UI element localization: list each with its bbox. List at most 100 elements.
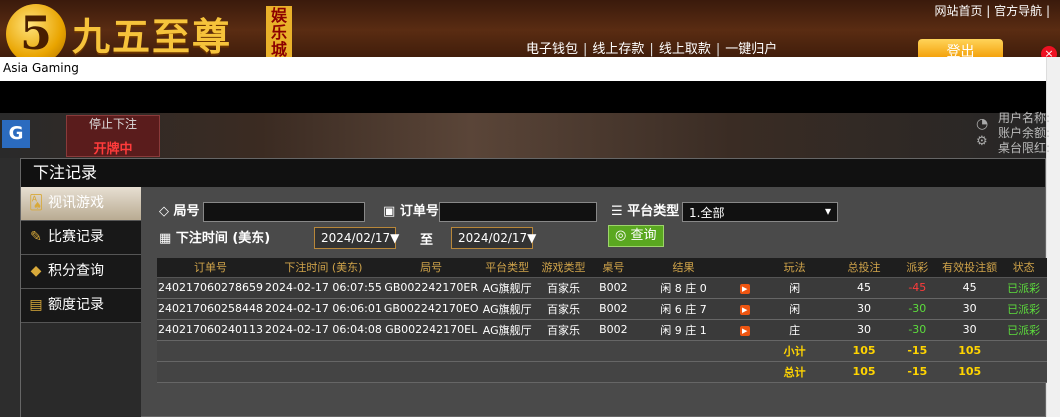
col-platform: 平台类型: [479, 258, 535, 278]
time-cell: 2024-02-17 06:04:08: [263, 319, 383, 341]
search-icon: ◎: [615, 228, 627, 243]
time-cell: 2024-02-17 06:07:55: [263, 277, 383, 299]
top-links[interactable]: 网站首页 | 官方导航 |: [934, 2, 1050, 19]
record-content: ◇ 局号 ▣ 订单号 ☰ 平台类型 1.全部 ▾ ▦ 下注时间 (美东) 2024…: [157, 187, 1047, 417]
valid-bet-cell: 45: [938, 277, 1001, 299]
payout-cell: -30: [895, 319, 939, 341]
nav-online-deposit[interactable]: 线上存款: [592, 42, 644, 57]
col-round: 局号: [382, 258, 480, 278]
total-payout: -15: [895, 361, 939, 383]
table-row: 240217060258448 2024-02-17 06:06:01 GB00…: [157, 298, 1047, 320]
valid-bet-cell: 30: [938, 319, 1001, 341]
status-cell: 已派彩: [1000, 298, 1047, 320]
status-cell: 已派彩: [1000, 319, 1047, 341]
play-video-icon[interactable]: ▶: [739, 284, 750, 294]
table-row: 240217060278659 2024-02-17 06:07:55 GB00…: [157, 277, 1047, 299]
record-menu: 🂡 视讯游戏 ✎ 比赛记录 ◆ 积分查询 ▤ 额度记录: [21, 187, 141, 417]
left-game-strip: [0, 158, 20, 417]
col-bet-time: 下注时间 (美东): [263, 258, 383, 278]
play-video-icon[interactable]: ▶: [739, 326, 750, 336]
betting-status-panel: 停止下注 开牌中: [66, 115, 160, 157]
wifi-icon: ◔: [976, 116, 989, 132]
result-cell: 闲 6 庄 7: [634, 298, 733, 320]
col-status: 状态: [1000, 258, 1047, 278]
nav-e-wallet[interactable]: 电子钱包: [526, 42, 578, 57]
platform-label: ☰ 平台类型: [611, 204, 680, 219]
game-top-band: [0, 81, 1046, 113]
platform-select[interactable]: 1.全部 ▾: [682, 202, 838, 222]
result-cell: 闲 9 庄 1: [634, 319, 733, 341]
col-total-bet: 总投注: [832, 258, 896, 278]
nav-one-click-return[interactable]: 一键归户: [725, 42, 777, 57]
table-no-cell: B002: [592, 319, 635, 341]
game-logo-icon: G: [2, 120, 30, 148]
col-result: 结果: [634, 258, 733, 278]
site-badge: 娱乐城: [266, 6, 292, 58]
subtotal-row: 小计 105 -15 105: [157, 340, 1047, 362]
time-cell: 2024-02-17 06:06:01: [263, 298, 383, 320]
menu-item-credit-records[interactable]: ▤ 额度记录: [21, 289, 141, 323]
balance-label: 账户余额:: [998, 126, 1051, 140]
play-cell: 闲: [756, 277, 833, 299]
cards-icon: 🂡: [28, 195, 44, 211]
clipboard-icon: ▣: [383, 204, 396, 219]
query-button[interactable]: ◎ 查询: [608, 225, 664, 247]
table-no-cell: B002: [592, 298, 635, 320]
header-nav: 电子钱包 | 线上存款 | 线上取款 | 一键归户: [526, 42, 778, 57]
col-video: [732, 258, 757, 278]
order-label: ▣ 订单号: [383, 204, 439, 219]
result-cell: 闲 8 庄 0: [634, 277, 733, 299]
menu-item-match-records[interactable]: ✎ 比赛记录: [21, 221, 141, 255]
total-valid-bet: 105: [938, 361, 1001, 383]
to-label: 至: [420, 233, 434, 248]
site-name: 九五至尊: [72, 14, 233, 59]
order-cell: 240217060278659: [157, 277, 264, 299]
play-video-icon[interactable]: ▶: [739, 305, 750, 315]
platform-cell: AG旗舰厅: [479, 298, 535, 320]
order-input[interactable]: [439, 202, 597, 222]
payout-cell: -45: [895, 277, 939, 299]
total-bet-cell: 45: [832, 277, 896, 299]
date-from-picker[interactable]: 2024/02/17▼: [314, 227, 399, 249]
menu-item-live-games[interactable]: 🂡 视讯游戏: [21, 187, 141, 221]
site-header: 5 九五至尊 娱乐城 网站首页 | 官方导航 | 电子钱包 | 线上存款 | 线上取款 |…: [0, 0, 1060, 64]
valid-bet-cell: 30: [938, 298, 1001, 320]
tag-icon: ◇: [159, 204, 169, 219]
round-label: ◇ 局号: [159, 204, 200, 219]
logo-icon: 5: [6, 4, 66, 64]
round-cell: GB002242170EO: [382, 298, 480, 320]
bet-record-modal: 下注记录 🂡 视讯游戏 ✎ 比赛记录 ◆ 积分查询 ▤ 额度记录 ◇ 局号 ▣ 订单号 …: [20, 158, 1047, 417]
status-cell: 已派彩: [1000, 277, 1047, 299]
order-cell: 240217060258448: [157, 298, 264, 320]
col-table-no: 桌号: [592, 258, 635, 278]
game-type-cell: 百家乐: [534, 298, 593, 320]
modal-title: 下注记录: [21, 159, 1045, 187]
table-header-row: 订单号 下注时间 (美东) 局号 平台类型 游戏类型 桌号 结果 玩法 总投注 …: [157, 258, 1047, 278]
bet-record-table: 订单号 下注时间 (美东) 局号 平台类型 游戏类型 桌号 结果 玩法 总投注 …: [157, 258, 1047, 383]
dealing-status-label: 开牌中: [93, 142, 133, 157]
user-name-label: 用户名称:: [998, 111, 1051, 125]
col-order: 订单号: [157, 258, 264, 278]
calendar-icon: ▦: [159, 231, 172, 246]
total-bet-cell: 30: [832, 298, 896, 320]
subtotal-label: 小计: [756, 340, 833, 362]
col-play: 玩法: [756, 258, 833, 278]
play-cell: 庄: [756, 319, 833, 341]
gear-icon[interactable]: ⚙: [976, 134, 988, 149]
subtotal-payout: -15: [895, 340, 939, 362]
menu-item-points-query[interactable]: ◆ 积分查询: [21, 255, 141, 289]
game-type-cell: 百家乐: [534, 319, 593, 341]
video-cell: ▶: [732, 277, 757, 299]
date-to-picker[interactable]: 2024/02/17▼: [451, 227, 536, 249]
list-icon: ☰: [611, 204, 623, 219]
total-row: 总计 105 -15 105: [157, 361, 1047, 383]
round-input[interactable]: [203, 202, 365, 222]
video-cell: ▶: [732, 319, 757, 341]
table-limit-label: 桌台限红:: [998, 141, 1051, 155]
table-row: 240217060240113 2024-02-17 06:04:08 GB00…: [157, 319, 1047, 341]
order-cell: 240217060240113: [157, 319, 264, 341]
nav-online-withdraw[interactable]: 线上取款: [659, 42, 711, 57]
table-no-cell: B002: [592, 277, 635, 299]
col-game-type: 游戏类型: [534, 258, 593, 278]
subtotal-valid-bet: 105: [938, 340, 1001, 362]
